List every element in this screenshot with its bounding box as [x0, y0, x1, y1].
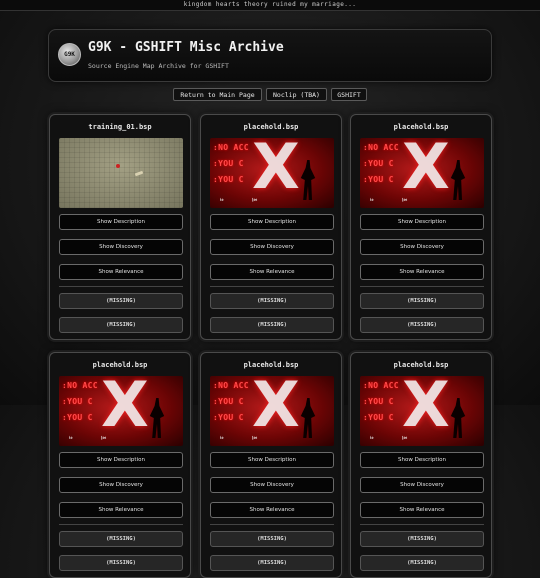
poster-text: :NO ACC — [62, 381, 98, 390]
show-discovery-button[interactable]: Show Discovery — [59, 477, 183, 493]
poster-text: :YOU C — [363, 175, 394, 184]
site-header: G9K G9K - GSHIFT Misc Archive Source Eng… — [48, 29, 492, 82]
show-relevance-button[interactable]: Show Relevance — [59, 264, 183, 280]
show-relevance-button[interactable]: Show Relevance — [360, 264, 484, 280]
poster-logo: 𝖎𝖔 — [69, 436, 73, 441]
poster-text: :NO ACC — [213, 381, 249, 390]
x-mark-icon: X — [402, 376, 450, 441]
map-screenshot — [59, 138, 183, 208]
show-description-button[interactable]: Show Description — [360, 452, 484, 468]
divider — [360, 286, 484, 287]
gshift-button[interactable]: GSHIFT — [331, 88, 367, 101]
map-card: placehold.bsp :NO ACC :YOU C :YOU C X𝖎𝖔 𝖏𝖔𝖊 Sh… — [350, 114, 492, 340]
poster-text: :YOU C — [213, 413, 244, 422]
placeholder-image: :NO ACC :YOU C :YOU C X𝖎𝖔 𝖏𝖔𝖊 — [210, 138, 334, 208]
silhouette-figure — [300, 398, 316, 438]
placeholder-image: :NO ACC:YOU C:YOU C X𝖎𝖔 𝖏𝖔𝖊 — [360, 376, 484, 446]
show-discovery-button[interactable]: Show Discovery — [360, 477, 484, 493]
page-subtitle: Source Engine Map Archive for GSHIFT — [88, 62, 229, 70]
poster-logo: 𝖏𝖔𝖊 — [101, 436, 107, 441]
poster-text: :YOU C — [213, 175, 244, 184]
silhouette-figure — [450, 398, 466, 438]
card-title: placehold.bsp — [393, 123, 449, 131]
show-discovery-button[interactable]: Show Discovery — [360, 239, 484, 255]
missing-download-button[interactable]: (MISSING) — [210, 317, 334, 333]
show-relevance-button[interactable]: Show Relevance — [210, 502, 334, 518]
missing-download-button[interactable]: (MISSING) — [360, 531, 484, 547]
show-discovery-button[interactable]: Show Discovery — [59, 239, 183, 255]
divider — [360, 524, 484, 525]
show-relevance-button[interactable]: Show Relevance — [210, 264, 334, 280]
poster-logo: 𝖎𝖔 — [370, 436, 374, 441]
placeholder-image: :NO ACC:YOU C:YOU C X𝖎𝖔 𝖏𝖔𝖊 — [59, 376, 183, 446]
placeholder-image: :NO ACC :YOU C :YOU C X𝖎𝖔 𝖏𝖔𝖊 — [360, 138, 484, 208]
poster-logo: 𝖏𝖔𝖊 — [252, 436, 258, 441]
poster-text: :NO ACC — [363, 143, 399, 152]
poster-text: :NO ACC — [363, 381, 399, 390]
silhouette-figure — [149, 398, 165, 438]
show-description-button[interactable]: Show Description — [360, 214, 484, 230]
silhouette-figure — [300, 160, 316, 200]
poster-text: :NO ACC — [213, 143, 249, 152]
show-relevance-button[interactable]: Show Relevance — [59, 502, 183, 518]
nav-bar: Return to Main Page Noclip (TBA) GSHIFT — [0, 88, 540, 102]
map-card: placehold.bsp:NO ACC:YOU C:YOU C X𝖎𝖔 𝖏𝖔𝖊 Sh… — [49, 352, 191, 578]
show-description-button[interactable]: Show Description — [59, 214, 183, 230]
x-mark-icon: X — [252, 376, 300, 441]
missing-download-button[interactable]: (MISSING) — [360, 317, 484, 333]
show-description-button[interactable]: Show Description — [210, 452, 334, 468]
missing-download-button[interactable]: (MISSING) — [360, 293, 484, 309]
map-card: placehold.bsp:NO ACC:YOU C:YOU C X𝖎𝖔 𝖏𝖔𝖊 Sh… — [350, 352, 492, 578]
card-title: placehold.bsp — [243, 123, 299, 131]
card-title: placehold.bsp — [243, 361, 299, 369]
poster-logo: 𝖎𝖔 — [220, 436, 224, 441]
player-marker — [116, 164, 120, 168]
poster-logo: 𝖎𝖔 — [370, 198, 374, 203]
map-prop — [134, 170, 144, 177]
marquee-banner: kingdom hearts theory ruined my marriage… — [0, 0, 540, 11]
poster-logo: 𝖏𝖔𝖊 — [252, 198, 258, 203]
show-discovery-button[interactable]: Show Discovery — [210, 239, 334, 255]
show-discovery-button[interactable]: Show Discovery — [210, 477, 334, 493]
missing-download-button[interactable]: (MISSING) — [59, 531, 183, 547]
poster-text: :YOU C — [213, 159, 244, 168]
silhouette-figure — [450, 160, 466, 200]
missing-download-button[interactable]: (MISSING) — [59, 317, 183, 333]
missing-download-button[interactable]: (MISSING) — [210, 293, 334, 309]
page-title: G9K - GSHIFT Misc Archive — [88, 40, 284, 55]
card-title: training_01.bsp — [88, 123, 152, 131]
show-description-button[interactable]: Show Description — [59, 452, 183, 468]
poster-text: :YOU C — [363, 413, 394, 422]
divider — [59, 286, 183, 287]
missing-download-button[interactable]: (MISSING) — [59, 555, 183, 571]
show-relevance-button[interactable]: Show Relevance — [360, 502, 484, 518]
poster-logo: 𝖏𝖔𝖊 — [402, 198, 408, 203]
poster-logo: 𝖏𝖔𝖊 — [402, 436, 408, 441]
noclip-button[interactable]: Noclip (TBA) — [266, 88, 327, 101]
x-mark-icon: X — [101, 376, 149, 441]
map-card: training_01.bsp Show Description Show Disc… — [49, 114, 191, 340]
missing-download-button[interactable]: (MISSING) — [59, 293, 183, 309]
poster-text: :YOU C — [363, 159, 394, 168]
show-description-button[interactable]: Show Description — [210, 214, 334, 230]
map-card: placehold.bsp :NO ACC :YOU C :YOU C X𝖎𝖔 𝖏𝖔𝖊 Sh… — [200, 114, 342, 340]
card-title: placehold.bsp — [92, 361, 148, 369]
placeholder-image: :NO ACC:YOU C:YOU C X𝖎𝖔 𝖏𝖔𝖊 — [210, 376, 334, 446]
missing-download-button[interactable]: (MISSING) — [210, 531, 334, 547]
site-logo: G9K — [58, 43, 81, 66]
divider — [210, 524, 334, 525]
missing-download-button[interactable]: (MISSING) — [210, 555, 334, 571]
missing-download-button[interactable]: (MISSING) — [360, 555, 484, 571]
poster-text: :YOU C — [62, 413, 93, 422]
main-page-button[interactable]: Return to Main Page — [173, 88, 262, 101]
x-mark-icon: X — [402, 138, 450, 203]
map-card: placehold.bsp:NO ACC:YOU C:YOU C X𝖎𝖔 𝖏𝖔𝖊 Sh… — [200, 352, 342, 578]
divider — [59, 524, 183, 525]
card-title: placehold.bsp — [393, 361, 449, 369]
divider — [210, 286, 334, 287]
poster-logo: 𝖎𝖔 — [220, 198, 224, 203]
x-mark-icon: X — [252, 138, 300, 203]
